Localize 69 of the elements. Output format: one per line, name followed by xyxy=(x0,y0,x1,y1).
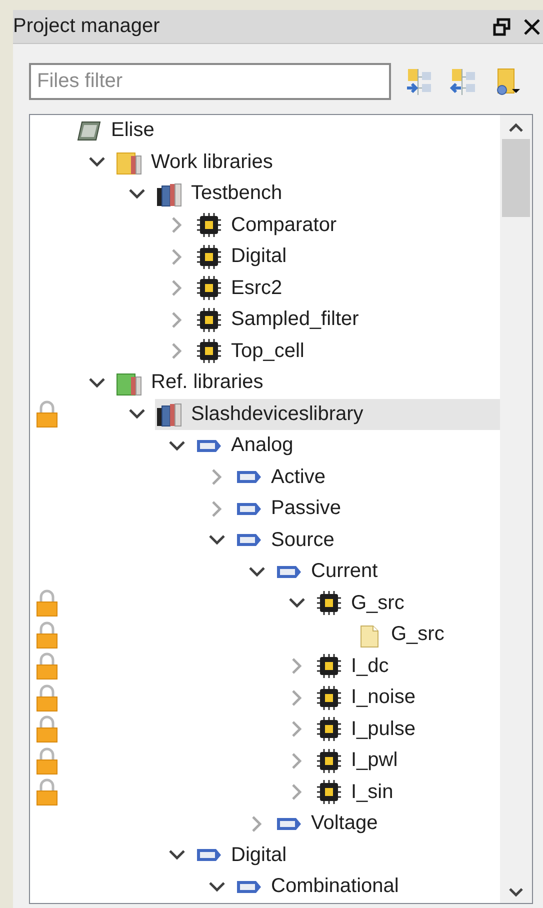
tree-item[interactable]: I_pulse xyxy=(315,714,500,745)
expand-chevron-icon[interactable] xyxy=(171,342,183,360)
expand-chevron-icon[interactable] xyxy=(251,814,263,833)
expand-chevron-icon[interactable] xyxy=(291,720,303,738)
expand-chevron-icon[interactable] xyxy=(171,279,183,298)
collapse-chevron-icon[interactable] xyxy=(248,566,266,578)
tree-item[interactable]: Slashdeviceslibrary xyxy=(155,398,500,430)
tree-item[interactable]: Analog xyxy=(195,430,500,462)
books-icon xyxy=(155,180,183,207)
tree-item[interactable]: Comparator xyxy=(195,210,500,241)
tree-item[interactable]: Digital xyxy=(195,241,500,272)
tree-item[interactable]: Work libraries xyxy=(115,146,500,178)
expand-chevron-icon[interactable] xyxy=(291,752,303,770)
expand-chevron-icon[interactable] xyxy=(211,468,223,486)
tree-item[interactable]: Top_cell xyxy=(195,336,500,367)
tree-item[interactable]: Passive xyxy=(235,493,500,524)
scroll-down-icon[interactable] xyxy=(508,887,524,897)
expand-chevron-icon[interactable] xyxy=(291,688,303,707)
files-filter-field[interactable]: Files filter xyxy=(29,63,391,100)
expand-chevron-icon[interactable] xyxy=(291,657,303,676)
tree-item[interactable]: Combinational xyxy=(235,871,500,902)
chip-icon xyxy=(316,684,342,711)
tree-item[interactable]: Active xyxy=(235,462,500,493)
tree-item[interactable]: Source xyxy=(235,524,500,556)
chip-icon xyxy=(316,716,342,742)
collapse-chevron-icon[interactable] xyxy=(128,408,146,420)
chip-icon xyxy=(316,748,342,774)
tree-item[interactable]: Current xyxy=(275,556,500,588)
tree-item[interactable]: G_src xyxy=(355,619,500,650)
tree-item[interactable]: Testbench xyxy=(155,178,500,210)
collapse-chevron-icon[interactable] xyxy=(88,156,106,168)
chip-icon xyxy=(196,244,222,270)
chip-icon xyxy=(316,653,342,680)
tree-item[interactable]: Esrc2 xyxy=(195,272,500,304)
expand-chevron-icon[interactable] xyxy=(171,310,183,329)
books-icon xyxy=(155,401,183,428)
close-icon[interactable] xyxy=(523,18,541,36)
chip-icon xyxy=(316,590,342,616)
collapse-chevron-icon[interactable] xyxy=(208,880,226,893)
expand-chevron-icon[interactable] xyxy=(291,783,303,802)
chip-icon xyxy=(196,306,222,333)
restore-icon[interactable] xyxy=(493,18,511,36)
tree-item[interactable]: Digital xyxy=(195,840,500,871)
computer-icon xyxy=(76,120,102,142)
tree-item[interactable]: Ref. libraries xyxy=(115,367,500,398)
chip-icon xyxy=(196,338,222,364)
scroll-up-icon[interactable] xyxy=(508,123,524,133)
chip-icon xyxy=(196,212,222,238)
tree-item[interactable]: I_dc xyxy=(315,650,500,682)
panel-title: Project manager xyxy=(13,15,161,38)
scrollbar-thumb[interactable] xyxy=(502,139,530,217)
collapse-chevron-icon[interactable] xyxy=(168,849,186,862)
collapse-chevron-icon[interactable] xyxy=(208,534,226,546)
collapse-chevron-icon[interactable] xyxy=(88,376,106,389)
tree-item[interactable]: I_noise xyxy=(315,682,500,714)
expand-chevron-icon[interactable] xyxy=(171,216,183,234)
expand-chevron-icon[interactable] xyxy=(171,248,183,266)
tree-item[interactable]: Sampled_filter xyxy=(195,304,500,336)
tree-item[interactable]: I_pwl xyxy=(315,745,500,776)
chip-icon xyxy=(316,779,342,806)
collapse-chevron-icon[interactable] xyxy=(168,440,186,452)
tree-item[interactable]: I_sin xyxy=(315,776,500,808)
expand-chevron-icon[interactable] xyxy=(211,500,223,518)
chip-icon xyxy=(196,275,222,302)
tree-item[interactable]: Voltage xyxy=(275,808,500,840)
tree-item[interactable]: G_src xyxy=(315,588,500,619)
collapse-chevron-icon[interactable] xyxy=(128,188,146,200)
tree-item[interactable]: Elise xyxy=(75,115,500,146)
collapse-chevron-icon[interactable] xyxy=(288,597,306,610)
